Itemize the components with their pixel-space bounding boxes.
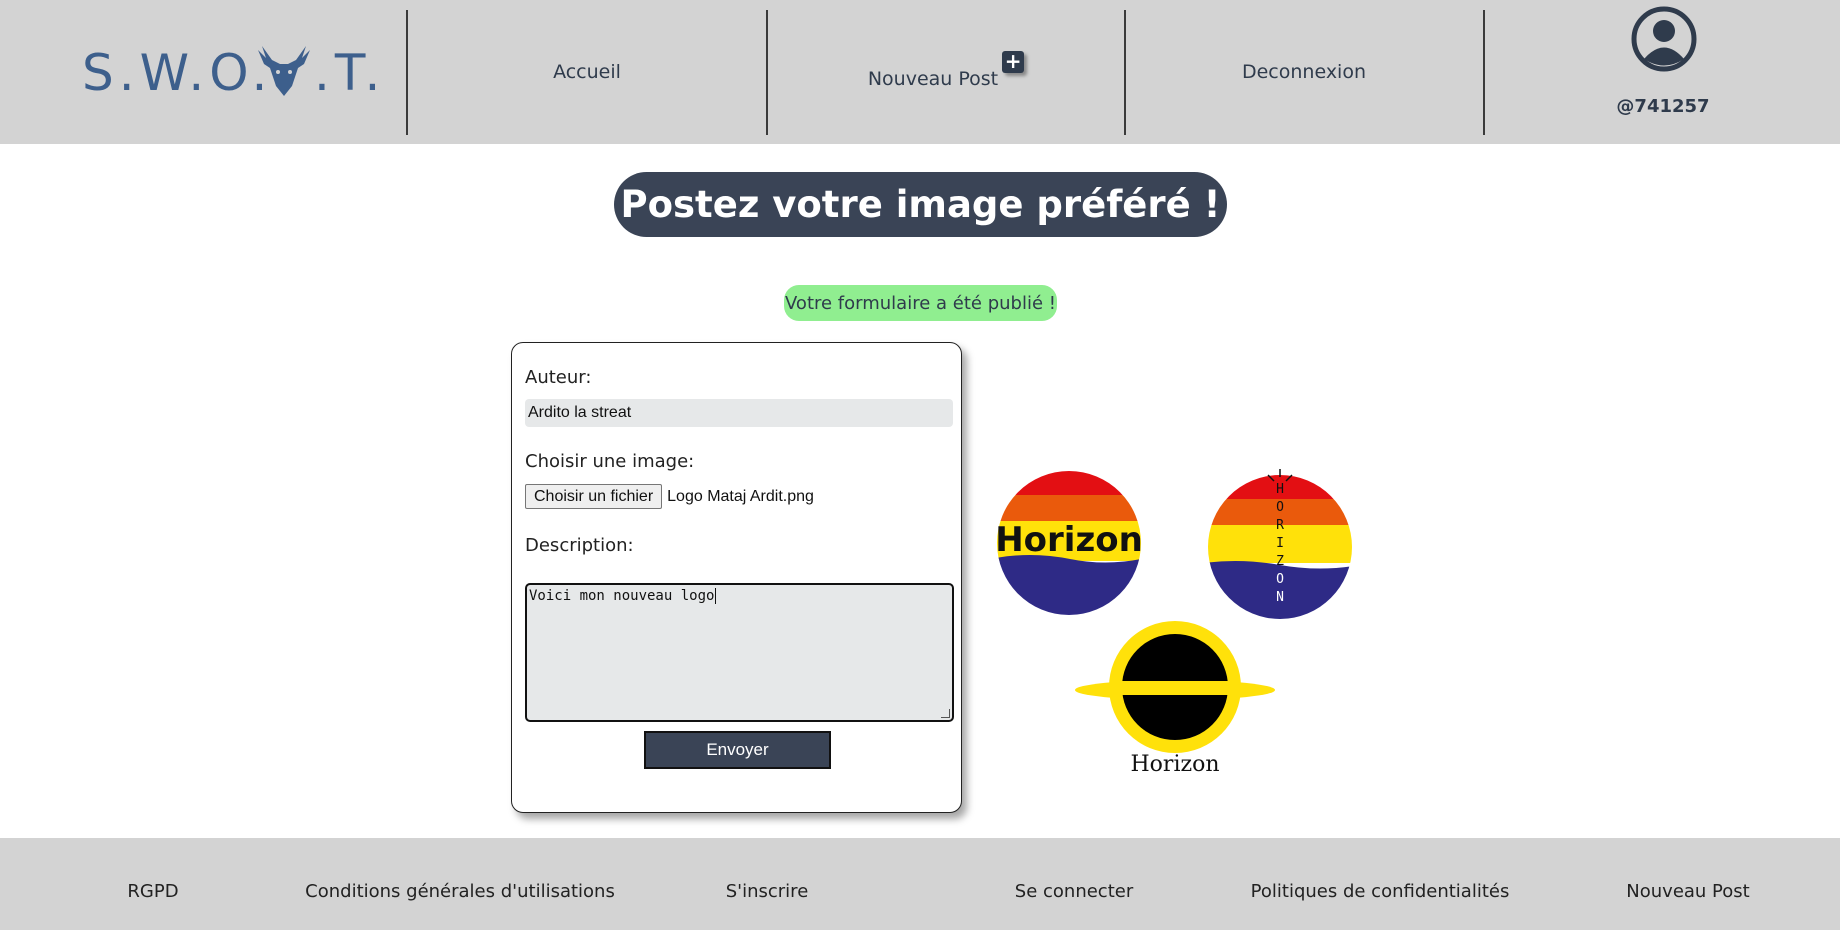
text-cursor: ​	[715, 588, 717, 604]
user-handle: @741257	[1616, 96, 1710, 117]
image-label: Choisir une image:	[525, 451, 695, 472]
nav-divider	[1483, 10, 1485, 135]
post-form: Auteur: Ardito la streat Choisir une ima…	[511, 342, 962, 813]
uploaded-image-preview: Horizon H O R I Z O N Horizon	[995, 469, 1352, 777]
logo3-text: Horizon	[1131, 752, 1220, 777]
svg-text:N: N	[1276, 590, 1284, 605]
profile-menu[interactable]: @741257	[1486, 0, 1840, 144]
svg-text:I: I	[1276, 536, 1284, 551]
footer-link-cgu[interactable]: Conditions générales d'utilisations	[305, 881, 615, 902]
file-picker: Choisir un fichier Logo Mataj Ardit.png	[525, 484, 814, 509]
svg-text:.T.: .T.	[314, 44, 382, 102]
svg-text:O: O	[1276, 500, 1284, 515]
site-footer: RGPD Conditions générales d'utilisations…	[0, 838, 1840, 930]
author-label: Auteur:	[525, 367, 592, 388]
user-circle-icon[interactable]	[1631, 6, 1697, 72]
site-logo[interactable]: S.W.O. .T.	[82, 36, 382, 106]
nav-nouveau-post-label: Nouveau Post	[867, 68, 999, 90]
logo1-text: Horizon	[995, 520, 1143, 560]
footer-link-rgpd[interactable]: RGPD	[127, 881, 178, 902]
success-message: Votre formulaire a été publié !	[784, 285, 1057, 321]
nav-deconnexion[interactable]: Deconnexion	[1126, 0, 1482, 144]
footer-link-nouveau-post[interactable]: Nouveau Post	[1626, 881, 1749, 902]
nav-accueil-label: Accueil	[553, 61, 621, 83]
svg-text:R: R	[1276, 518, 1284, 533]
swot-logo-icon: S.W.O. .T.	[82, 44, 382, 102]
svg-text:S.W.O.: S.W.O.	[82, 44, 272, 102]
resize-handle[interactable]	[941, 709, 950, 718]
author-input[interactable]: Ardito la streat	[525, 399, 953, 427]
svg-text:O: O	[1276, 572, 1284, 587]
horizon-logo-3	[1075, 621, 1275, 753]
page-title: Postez votre image préféré !	[614, 172, 1227, 237]
svg-text:H: H	[1276, 482, 1284, 497]
file-name: Logo Mataj Ardit.png	[667, 487, 814, 505]
choose-file-button[interactable]: Choisir un fichier	[525, 484, 663, 509]
nav-nouveau-post[interactable]: Nouveau Post +	[768, 0, 1124, 144]
description-textarea[interactable]: Voici mon nouveau logo​	[525, 583, 954, 722]
nav-deconnexion-label: Deconnexion	[1241, 61, 1367, 83]
description-text: Voici mon nouveau logo	[529, 588, 715, 604]
site-header: S.W.O. .T. Accueil Nouveau Post + Deconn…	[0, 0, 1840, 144]
nav-accueil[interactable]: Accueil	[408, 0, 766, 144]
footer-link-connecter[interactable]: Se connecter	[1015, 881, 1133, 902]
plus-square-icon: +	[1002, 51, 1025, 73]
description-label: Description:	[525, 535, 634, 556]
submit-button[interactable]: Envoyer	[644, 731, 831, 769]
svg-text:Z: Z	[1276, 554, 1284, 569]
footer-link-inscrire[interactable]: S'inscrire	[726, 881, 809, 902]
footer-link-confidentialite[interactable]: Politiques de confidentialités	[1251, 881, 1510, 902]
